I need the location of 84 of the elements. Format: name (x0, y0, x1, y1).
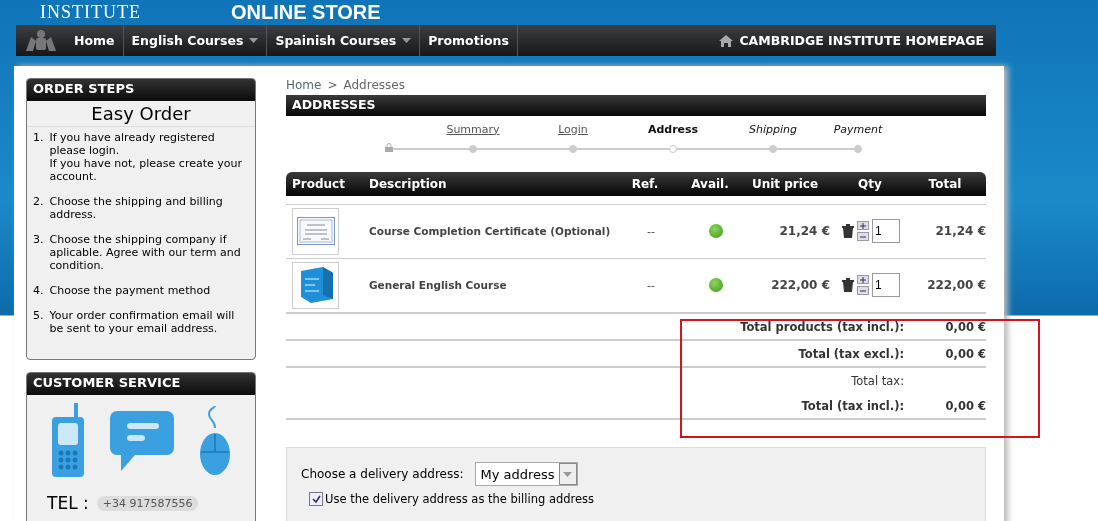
certificate-icon (296, 217, 335, 246)
nav-item[interactable]: Home (66, 25, 124, 56)
increase-button[interactable] (857, 221, 869, 231)
home-icon (719, 34, 734, 47)
decrease-button[interactable] (857, 286, 869, 296)
nav-item[interactable]: Spainish Courses (267, 25, 421, 56)
trash-icon[interactable] (842, 278, 854, 293)
minus-icon (860, 289, 866, 292)
column-header: Avail. (690, 176, 730, 191)
product-ref: -- (646, 278, 656, 292)
billing-label: Use the delivery address as the billing address (325, 492, 595, 506)
step-number: 1. (33, 131, 44, 146)
panel-title: ORDER STEPS (27, 79, 255, 101)
step-dot (769, 144, 777, 153)
checkout-step: Shipping (749, 122, 797, 136)
plus-icon (860, 222, 866, 229)
step-number: 5. (33, 309, 44, 324)
checkout-step: Address (647, 122, 699, 136)
quantity-field[interactable]: 1 (872, 273, 900, 298)
step-text: Choose the shipping company if aplicable. Agree with our term and condition. (49, 233, 242, 272)
total-value: 0,00 € (945, 319, 986, 334)
breadcrumb-current: Addresses (343, 78, 405, 93)
step-number: 2. (33, 195, 44, 210)
step-dot (569, 144, 577, 153)
decrease-button[interactable] (857, 232, 869, 242)
step-number: 3. (33, 233, 44, 248)
phone-icon (50, 403, 87, 479)
checkout-step[interactable]: Login (558, 122, 588, 136)
nav-item[interactable]: English Courses (123, 25, 268, 56)
panel-title: CUSTOMER SERVICE (27, 373, 255, 395)
checkout-step: Payment (833, 122, 883, 136)
store-title: ONLINE STORE (231, 1, 381, 24)
billing-checkbox[interactable] (309, 492, 323, 506)
crest-icon (24, 28, 58, 53)
step-text: If you have already registered please login. (49, 131, 216, 157)
check-icon (311, 494, 321, 504)
phone-number: +34 917587556 (96, 495, 199, 511)
address-select[interactable]: My address (475, 462, 578, 486)
chat-bubble-icon (109, 409, 175, 473)
step-text: If you have not, please create your account. (49, 157, 243, 183)
unit-price: 222,00 € (770, 278, 831, 293)
checkout-step[interactable]: Summary (446, 122, 500, 136)
lock-icon (385, 142, 393, 152)
step-dot (854, 144, 862, 153)
product-name: General English Course (369, 279, 508, 292)
step-number: 4. (33, 284, 44, 297)
logo-text: INSTITUTE (40, 2, 141, 23)
column-header: Total (927, 176, 963, 191)
column-header: Product (292, 176, 346, 191)
step-text: Choose the shipping and billing address. (49, 195, 224, 221)
line-total: 222,00 € (926, 278, 986, 293)
homepage-link[interactable]: CAMBRIDGE INSTITUTE HOMEPAGE (707, 25, 996, 56)
unit-price: 21,24 € (778, 224, 831, 239)
total-value: 0,00 € (945, 346, 986, 361)
total-label: Total (tax excl.): (798, 346, 904, 361)
column-header: Ref. (630, 176, 660, 191)
column-header: Qty (857, 176, 883, 191)
step-dot (669, 144, 677, 153)
increase-button[interactable] (857, 275, 869, 285)
quantity-field[interactable]: 1 (872, 219, 900, 244)
column-header: Unit price (750, 176, 820, 191)
panel-heading: Easy Order (27, 101, 255, 127)
step-text: Choose the payment method (49, 284, 211, 297)
caret-icon (563, 471, 573, 477)
step-dot (469, 144, 477, 153)
nav-item[interactable]: Promotions (420, 25, 518, 56)
minus-icon (860, 235, 866, 238)
step-text: Your order confirmation email will be sent to your email address. (49, 309, 236, 335)
total-label: Total products (tax incl.): (740, 319, 904, 334)
plus-icon (860, 276, 866, 283)
breadcrumb-link[interactable]: Home (286, 78, 322, 93)
total-label: Total (tax incl.): (801, 398, 904, 413)
line-total: 21,24 € (934, 224, 986, 239)
mouse-icon (197, 406, 232, 476)
product-name: Course Completion Certificate (Optional) (369, 225, 612, 238)
section-title: ADDRESSES (286, 95, 986, 116)
product-ref: -- (646, 224, 656, 238)
total-label: Total tax: (851, 373, 904, 388)
breadcrumb-separator: > (327, 78, 338, 93)
total-value: 0,00 € (945, 398, 986, 413)
delivery-label: Choose a delivery address: (301, 467, 464, 481)
tel-label: TEL : (47, 493, 89, 513)
trash-icon[interactable] (842, 224, 854, 239)
column-header: Description (369, 176, 448, 191)
